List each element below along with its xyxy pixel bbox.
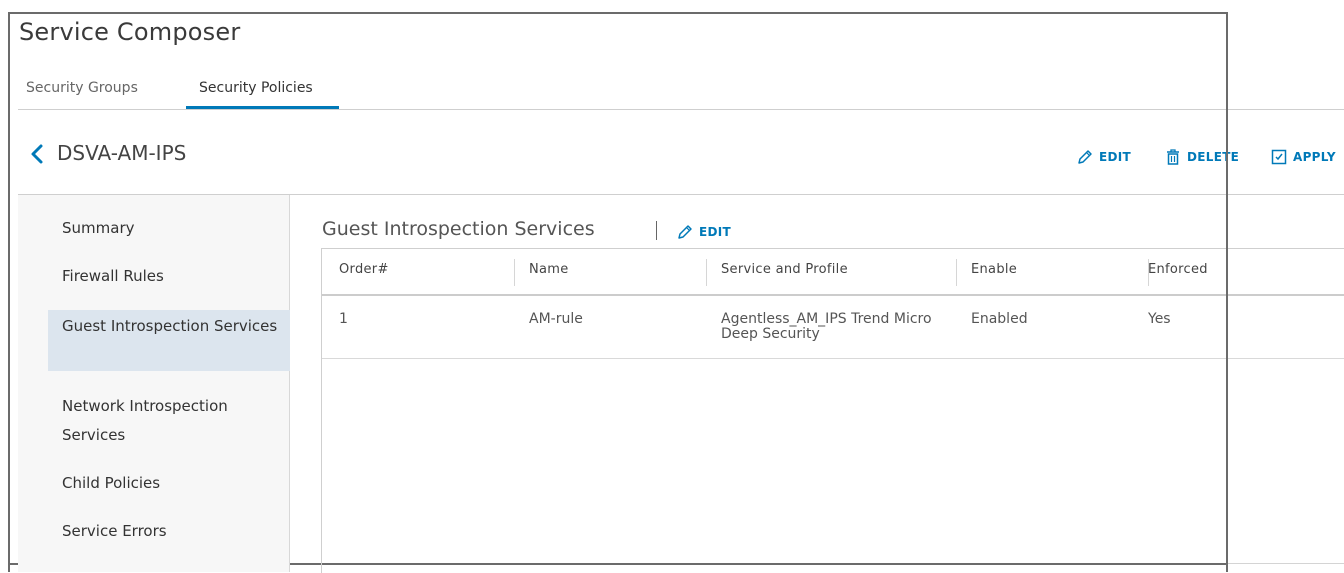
- column-header-service-profile[interactable]: Service and Profile: [721, 262, 848, 277]
- nav-divider: [289, 195, 290, 572]
- cell-enforced: Yes: [1148, 311, 1171, 327]
- section-title: Guest Introspection Services: [322, 218, 595, 240]
- nav-item-child-policies[interactable]: Child Policies: [48, 469, 290, 498]
- column-separator[interactable]: [956, 259, 957, 286]
- cell-service-profile: Agentless_AM_IPS Trend Micro Deep Securi…: [721, 311, 932, 342]
- nav-item-guest-introspection-services[interactable]: Guest Introspection Services: [48, 310, 290, 371]
- tabs-divider: [18, 109, 1344, 110]
- policy-title: DSVA-AM-IPS: [57, 141, 187, 165]
- column-header-enable[interactable]: Enable: [971, 262, 1017, 277]
- edit-button[interactable]: EDIT: [1076, 148, 1131, 166]
- apply-button[interactable]: APPLY: [1270, 148, 1336, 166]
- tab-security-groups[interactable]: Security Groups: [26, 80, 138, 96]
- column-header-name[interactable]: Name: [529, 262, 569, 277]
- column-header-order[interactable]: Order#: [339, 262, 389, 277]
- back-chevron-icon[interactable]: [28, 142, 48, 166]
- nav-item-summary[interactable]: Summary: [48, 214, 290, 243]
- column-separator[interactable]: [514, 259, 515, 286]
- nav-item-network-introspection-services[interactable]: Network Introspection Services: [48, 392, 290, 450]
- column-separator[interactable]: [706, 259, 707, 286]
- screenshot-frame-left: [8, 12, 10, 572]
- apply-doc-icon: [1270, 148, 1288, 166]
- cell-name: AM-rule: [529, 311, 583, 327]
- tab-security-policies[interactable]: Security Policies: [199, 80, 313, 96]
- trash-icon: [1164, 148, 1182, 166]
- services-table: Order# Name Service and Profile Enable E…: [321, 248, 1344, 573]
- column-header-enforced[interactable]: Enforced: [1148, 262, 1208, 277]
- edit-label: EDIT: [1099, 150, 1132, 164]
- section-edit-label: EDIT: [699, 225, 732, 239]
- pencil-icon: [676, 223, 694, 241]
- left-nav-panel: [18, 195, 289, 572]
- cell-enable: Enabled: [971, 311, 1028, 327]
- screenshot-frame-right: [1226, 12, 1228, 572]
- nav-item-firewall-rules[interactable]: Firewall Rules: [48, 262, 290, 291]
- table-row[interactable]: 1 AM-rule Agentless_AM_IPS Trend Micro D…: [322, 296, 1344, 359]
- apply-label: APPLY: [1293, 150, 1336, 164]
- section-separator: [656, 221, 657, 240]
- pencil-icon: [1076, 148, 1094, 166]
- nav-item-service-errors[interactable]: Service Errors: [48, 517, 290, 546]
- screenshot-frame-top: [8, 12, 1228, 14]
- delete-label: DELETE: [1187, 150, 1240, 164]
- cell-order: 1: [339, 311, 348, 327]
- section-edit-button[interactable]: EDIT: [676, 223, 731, 241]
- app-title: Service Composer: [19, 18, 241, 46]
- table-header: Order# Name Service and Profile Enable E…: [322, 249, 1344, 296]
